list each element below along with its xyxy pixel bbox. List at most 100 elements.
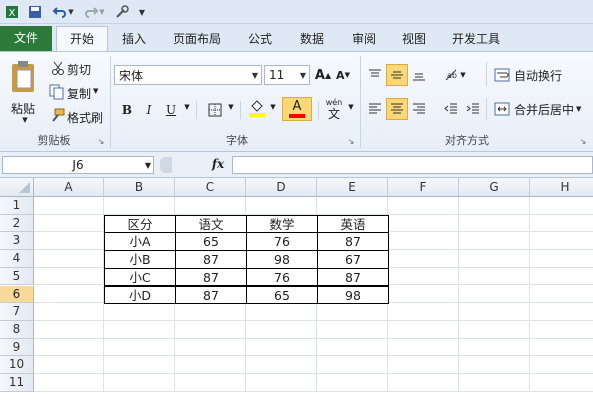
redo-button[interactable]: ▼ <box>80 3 108 21</box>
fill-color-icon[interactable] <box>246 97 268 119</box>
grid-cell[interactable] <box>34 285 104 304</box>
grid-cell[interactable] <box>34 338 104 357</box>
shrink-font-button[interactable]: A ▼ <box>334 65 352 85</box>
grid-cell[interactable] <box>530 356 593 374</box>
phonetic-guide-button[interactable]: wén 文 <box>322 97 346 121</box>
merge-dropdown-icon[interactable]: ▼ <box>576 105 581 113</box>
table-cell[interactable]: 87 <box>175 267 247 287</box>
grid-cell[interactable] <box>459 267 530 286</box>
table-header-cell[interactable]: 区分 <box>104 214 176 234</box>
grid-cell[interactable] <box>175 338 246 357</box>
row-header[interactable]: 9 <box>0 338 34 357</box>
grid-cell[interactable] <box>530 339 593 357</box>
insert-function-button[interactable]: fx <box>208 157 228 173</box>
column-header[interactable]: G <box>459 178 530 197</box>
underline-dropdown-icon[interactable]: ▼ <box>182 103 192 111</box>
decrease-indent-icon[interactable] <box>440 98 462 120</box>
grid-cell[interactable] <box>34 356 104 374</box>
grid-cell[interactable] <box>459 338 530 357</box>
row-header[interactable]: 5 <box>0 267 34 286</box>
column-header[interactable]: A <box>34 178 104 197</box>
table-header-cell[interactable]: 语文 <box>175 214 247 234</box>
borders-dropdown-icon[interactable]: ▼ <box>226 103 236 111</box>
row-header[interactable]: 3 <box>0 232 34 251</box>
grid-cell[interactable] <box>459 356 530 374</box>
align-middle-icon[interactable] <box>386 64 408 86</box>
formula-input[interactable] <box>232 156 593 174</box>
grid-cell[interactable] <box>34 250 104 268</box>
table-cell[interactable]: 98 <box>246 250 318 269</box>
grid-cell[interactable] <box>317 338 388 357</box>
tools-icon[interactable] <box>112 3 132 21</box>
column-header[interactable]: B <box>104 178 175 197</box>
grid-cell[interactable] <box>388 356 459 374</box>
grid-cell[interactable] <box>246 374 317 392</box>
table-cell[interactable]: 87 <box>317 232 389 252</box>
grid-cell[interactable] <box>104 303 175 321</box>
grid-cell[interactable] <box>388 214 459 233</box>
grid-cell[interactable] <box>34 214 104 233</box>
grid-cell[interactable] <box>175 374 246 392</box>
table-cell[interactable]: 65 <box>246 285 318 305</box>
tab-data[interactable]: 数据 <box>288 27 336 51</box>
table-header-cell[interactable]: 英语 <box>317 214 389 234</box>
fill-color-dropdown-icon[interactable]: ▼ <box>268 103 278 111</box>
tab-view[interactable]: 视图 <box>390 27 438 51</box>
merge-center-button[interactable]: 合并后居中 ▼ <box>494 98 590 120</box>
table-header-cell[interactable]: 数学 <box>246 214 318 234</box>
name-box[interactable]: J6 ▼ <box>2 156 154 174</box>
grid-cell[interactable] <box>175 356 246 374</box>
grid-cell[interactable] <box>388 320 459 339</box>
grid-cell[interactable] <box>246 338 317 357</box>
alignment-launcher-icon[interactable]: ↘ <box>578 136 588 146</box>
increase-indent-icon[interactable] <box>462 98 484 120</box>
column-header[interactable]: C <box>175 178 246 197</box>
grid-cell[interactable] <box>530 286 593 304</box>
grid-cell[interactable] <box>388 285 459 304</box>
tab-formulas[interactable]: 公式 <box>236 27 284 51</box>
row-header[interactable]: 4 <box>0 250 34 268</box>
copy-button[interactable]: 复制 <box>67 85 91 102</box>
grid-cell[interactable] <box>317 356 388 374</box>
font-size-combo[interactable]: 11 ▼ <box>264 65 310 85</box>
format-painter-button[interactable]: 格式刷 <box>67 109 103 126</box>
row-header[interactable]: 1 <box>0 197 34 215</box>
align-bottom-icon[interactable] <box>408 64 430 86</box>
tab-review[interactable]: 审阅 <box>340 27 388 51</box>
phonetic-dropdown-icon[interactable]: ▼ <box>346 103 356 111</box>
table-cell[interactable]: 98 <box>317 285 389 305</box>
grid-cell[interactable] <box>459 285 530 304</box>
column-header[interactable]: E <box>317 178 388 197</box>
grid-cell[interactable] <box>459 320 530 339</box>
grid-cell[interactable] <box>459 374 530 392</box>
row-header[interactable]: 11 <box>0 374 34 392</box>
grid-cell[interactable] <box>34 320 104 339</box>
table-cell[interactable]: 87 <box>175 250 247 269</box>
table-cell[interactable]: 67 <box>317 250 389 269</box>
grid-cell[interactable] <box>530 268 593 286</box>
orientation-icon[interactable]: ab ▼ <box>440 64 470 86</box>
grid-cell[interactable] <box>104 338 175 357</box>
tab-file[interactable]: 文件 <box>0 26 52 51</box>
grid-cell[interactable] <box>246 356 317 374</box>
row-header[interactable]: 8 <box>0 320 34 339</box>
copy-dropdown-icon[interactable]: ▼ <box>93 87 98 95</box>
grid-cell[interactable] <box>530 321 593 339</box>
chevron-down-icon[interactable]: ▼ <box>297 71 309 80</box>
table-cell[interactable]: 小D <box>104 285 176 305</box>
grid-cell[interactable] <box>317 374 388 392</box>
grid-cell[interactable] <box>175 197 246 215</box>
align-center-icon[interactable] <box>386 98 408 120</box>
grid-cell[interactable] <box>388 338 459 357</box>
grid-cell[interactable] <box>388 267 459 286</box>
table-cell[interactable]: 87 <box>175 285 247 305</box>
table-cell[interactable]: 76 <box>246 232 318 252</box>
grid-cell[interactable] <box>34 232 104 251</box>
grid-cell[interactable] <box>459 232 530 251</box>
table-cell[interactable]: 65 <box>175 232 247 252</box>
underline-button[interactable]: U <box>160 99 182 121</box>
table-cell[interactable]: 小A <box>104 232 176 252</box>
clipboard-launcher-icon[interactable]: ↘ <box>96 136 106 146</box>
grid-cell[interactable] <box>530 197 593 215</box>
table-cell[interactable]: 小B <box>104 250 176 269</box>
